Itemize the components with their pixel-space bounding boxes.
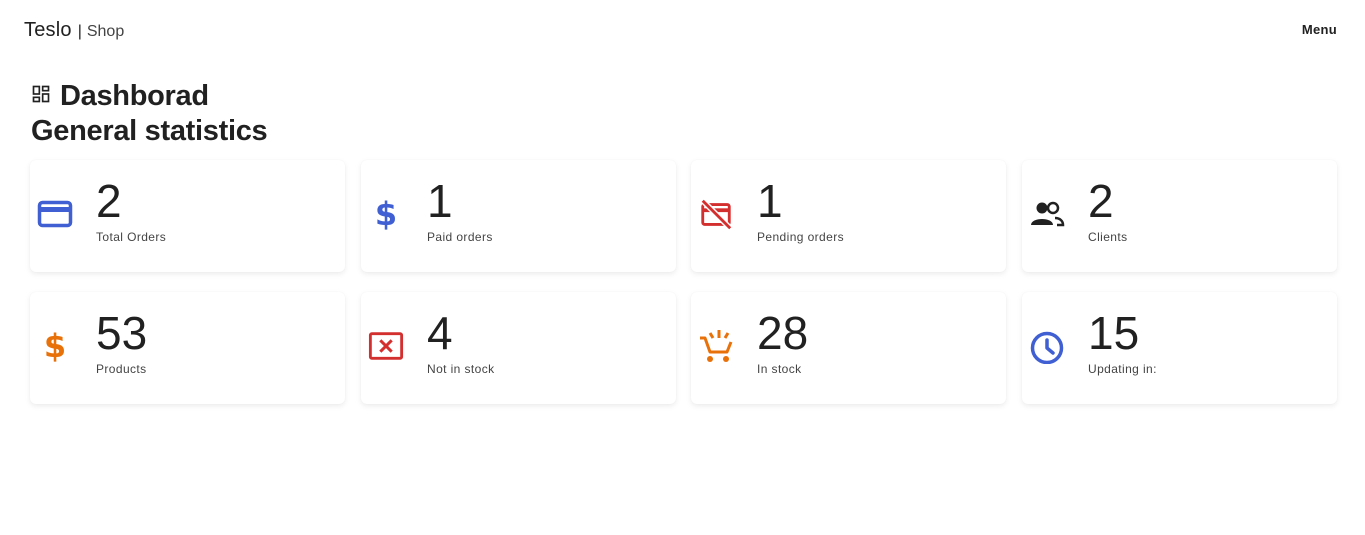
brand-name: Teslo — [24, 19, 72, 41]
stat-value: 1 — [757, 175, 783, 227]
stat-value: 15 — [1088, 307, 1140, 359]
brand-subtitle: Shop — [86, 23, 125, 40]
stat-card-paid-orders: $ 1 Paid orders — [361, 160, 676, 272]
stat-label: Products — [96, 362, 147, 376]
top-navbar: Teslo | Shop Menu — [0, 0, 1365, 60]
page-title: Dashborad — [60, 79, 209, 112]
dollar-icon: $ — [368, 196, 404, 232]
credit-card-icon — [37, 196, 73, 232]
add-shopping-cart-icon — [698, 328, 734, 364]
brand-separator: | — [77, 23, 82, 40]
page-subtitle: General statistics — [31, 115, 268, 147]
stat-card-clients: 2 Clients — [1022, 160, 1337, 272]
dollar-icon: $ — [37, 328, 73, 364]
dashboard-icon — [31, 84, 51, 104]
cancel-presentation-icon — [368, 328, 404, 364]
stat-card-updating-in: 15 Updating in: — [1022, 292, 1337, 404]
stat-value: 4 — [427, 307, 453, 359]
stat-label: Pending orders — [757, 230, 844, 244]
stat-label: Not in stock — [427, 362, 495, 376]
stat-card-pending-orders: 1 Pending orders — [691, 160, 1006, 272]
stat-card-products: $ 53 Products — [30, 292, 345, 404]
stat-card-in-stock: 28 In stock — [691, 292, 1006, 404]
svg-text:$: $ — [44, 328, 66, 364]
stat-label: Total Orders — [96, 230, 167, 244]
stat-value: 2 — [96, 175, 122, 227]
svg-text:$: $ — [375, 196, 397, 232]
stat-value: 1 — [427, 175, 453, 227]
stat-value: 28 — [757, 307, 809, 359]
stat-value: 53 — [96, 307, 148, 359]
stat-value: 2 — [1088, 175, 1114, 227]
brand-link[interactable]: Teslo | Shop — [24, 19, 124, 42]
credit-card-off-icon — [698, 196, 734, 232]
title-row: Dashborad — [31, 78, 267, 114]
clock-icon — [1029, 328, 1065, 364]
group-icon — [1029, 196, 1065, 232]
menu-button[interactable]: Menu — [1298, 20, 1341, 39]
page-header: Dashborad General statistics — [31, 78, 268, 148]
stat-card-total-orders: 2 Total Orders — [30, 160, 345, 272]
stat-card-not-in-stock: 4 Not in stock — [361, 292, 676, 404]
stat-label: Paid orders — [427, 230, 493, 244]
stat-label: Clients — [1088, 230, 1128, 244]
stat-label: Updating in: — [1088, 362, 1157, 376]
stat-label: In stock — [757, 362, 802, 376]
